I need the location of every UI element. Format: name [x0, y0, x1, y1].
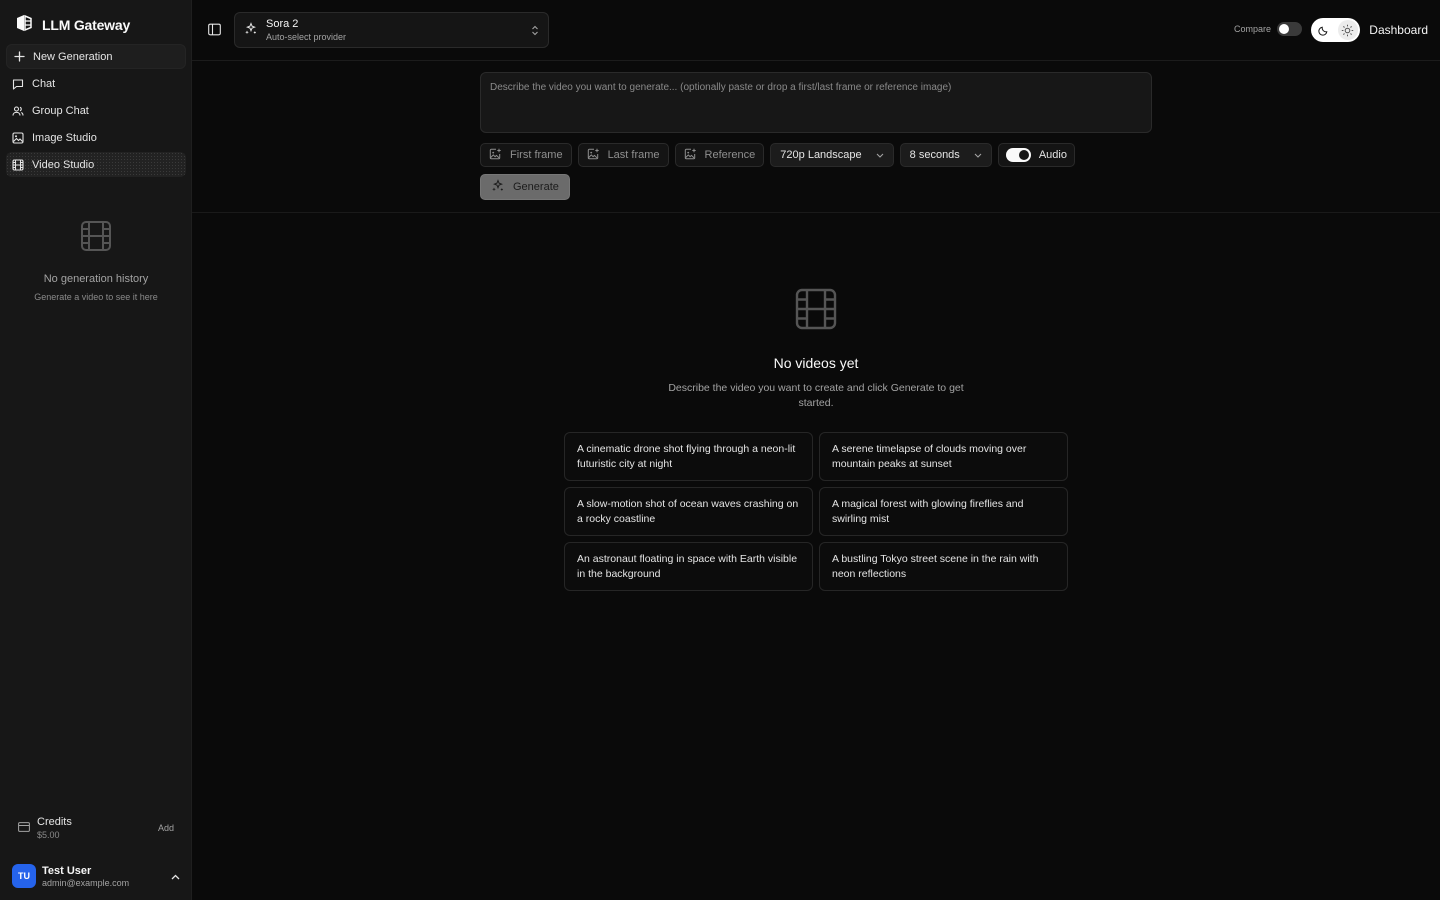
credits-panel: Credits $5.00 Add [18, 816, 178, 840]
suggestion-card[interactable]: A magical forest with glowing fireflies … [819, 487, 1068, 536]
empty-state-description: Describe the video you want to create an… [668, 382, 964, 409]
suggestion-card[interactable]: An astronaut floating in space with Eart… [564, 542, 813, 591]
prompt-input[interactable] [490, 82, 1142, 122]
user-menu[interactable]: TU Test User admin@example.com [12, 864, 182, 888]
sidebar: LLM Gateway New Generation Chat Group Ch… [0, 0, 192, 900]
audio-label: Audio [1038, 149, 1067, 161]
resolution-select[interactable]: 720p Landscape [770, 143, 894, 167]
sparkles-icon [244, 22, 257, 38]
image-plus-icon [489, 148, 502, 163]
image-icon [12, 131, 24, 144]
llm-gateway-logo-icon [14, 13, 34, 36]
brand[interactable]: LLM Gateway [14, 13, 130, 36]
sidebar-item-label: Chat [32, 77, 56, 90]
image-plus-icon [587, 148, 600, 163]
users-icon [12, 105, 24, 117]
film-icon [795, 288, 837, 333]
sidebar-toggle-icon[interactable] [208, 23, 221, 36]
audio-switch[interactable] [1005, 148, 1031, 162]
reference-button[interactable]: Reference [674, 143, 765, 167]
sun-icon[interactable] [1337, 20, 1358, 40]
suggestion-card[interactable]: A cinematic drone shot flying through a … [564, 432, 813, 481]
user-name: Test User [42, 864, 92, 877]
dashboard-link[interactable]: Dashboard [1369, 23, 1428, 37]
model-selector[interactable]: Sora 2 Auto-select provider [234, 12, 549, 48]
sidebar-nav: New Generation Chat Group Chat Image Stu… [6, 44, 186, 179]
top-bar: Sora 2 Auto-select provider Compare Dash… [192, 0, 1440, 61]
generate-button[interactable]: Generate [480, 174, 570, 200]
sidebar-item-label: New Generation [33, 50, 113, 63]
compare-switch[interactable] [1277, 22, 1302, 36]
duration-select[interactable]: 8 seconds [899, 143, 992, 167]
prompt-composer [480, 72, 1152, 133]
credits-label: Credits [37, 816, 72, 828]
sparkles-icon [491, 179, 504, 195]
message-icon [12, 78, 24, 90]
sidebar-item-label: Image Studio [32, 131, 97, 144]
sidebar-item-group-chat[interactable]: Group Chat [6, 98, 186, 123]
history-empty-subtitle: Generate a video to see it here [34, 292, 158, 302]
sidebar-item-label: Video Studio [32, 158, 95, 171]
last-frame-button[interactable]: Last frame [577, 143, 669, 167]
avatar: TU [12, 864, 36, 888]
credit-card-icon [18, 821, 30, 835]
moon-icon[interactable] [1313, 20, 1333, 40]
plus-icon [13, 51, 25, 63]
app-title: LLM Gateway [42, 16, 131, 33]
empty-state: No videos yet Describe the video you wan… [562, 288, 1070, 411]
film-icon [12, 158, 24, 171]
suggestion-card[interactable]: A bustling Tokyo street scene in the rai… [819, 542, 1068, 591]
duration-value: 8 seconds [909, 149, 960, 161]
history-empty-title: No generation history [43, 273, 149, 285]
chevron-down-icon [876, 149, 884, 161]
suggestion-card[interactable]: A slow-motion shot of ocean waves crashi… [564, 487, 813, 536]
sidebar-item-video-studio[interactable]: Video Studio [6, 152, 186, 177]
chevron-down-icon [974, 149, 982, 161]
sidebar-item-label: Group Chat [32, 104, 89, 117]
compare-label: Compare [1233, 24, 1271, 34]
divider [192, 212, 1440, 213]
last-frame-label: Last frame [607, 149, 660, 161]
first-frame-label: First frame [510, 149, 563, 161]
chevrons-up-down-icon [531, 25, 539, 39]
generation-controls: First frame Last frame Reference 720p La… [480, 143, 1075, 167]
model-provider: Auto-select provider [266, 32, 347, 42]
audio-toggle[interactable]: Audio [997, 143, 1075, 167]
resolution-value: 720p Landscape [780, 149, 862, 161]
empty-state-title: No videos yet [773, 355, 859, 371]
generate-label: Generate [513, 181, 559, 193]
first-frame-button[interactable]: First frame [480, 143, 572, 167]
history-empty-state: No generation history Generate a video t… [0, 220, 192, 302]
suggestion-card[interactable]: A serene timelapse of clouds moving over… [819, 432, 1068, 481]
reference-label: Reference [704, 149, 756, 161]
sidebar-item-image-studio[interactable]: Image Studio [6, 125, 186, 150]
film-icon [80, 221, 112, 255]
compare-toggle[interactable]: Compare [1234, 22, 1302, 36]
user-email: admin@example.com [42, 877, 130, 888]
theme-toggle[interactable] [1311, 18, 1360, 42]
credits-amount: $5.00 [37, 830, 60, 840]
chevron-up-icon [171, 869, 180, 883]
model-name: Sora 2 [266, 18, 299, 30]
add-credits-button[interactable]: Add [158, 823, 178, 833]
new-generation-button[interactable]: New Generation [6, 44, 186, 69]
image-plus-icon [684, 148, 697, 163]
prompt-suggestions: A cinematic drone shot flying through a … [564, 432, 1069, 591]
sidebar-item-chat[interactable]: Chat [6, 71, 186, 96]
